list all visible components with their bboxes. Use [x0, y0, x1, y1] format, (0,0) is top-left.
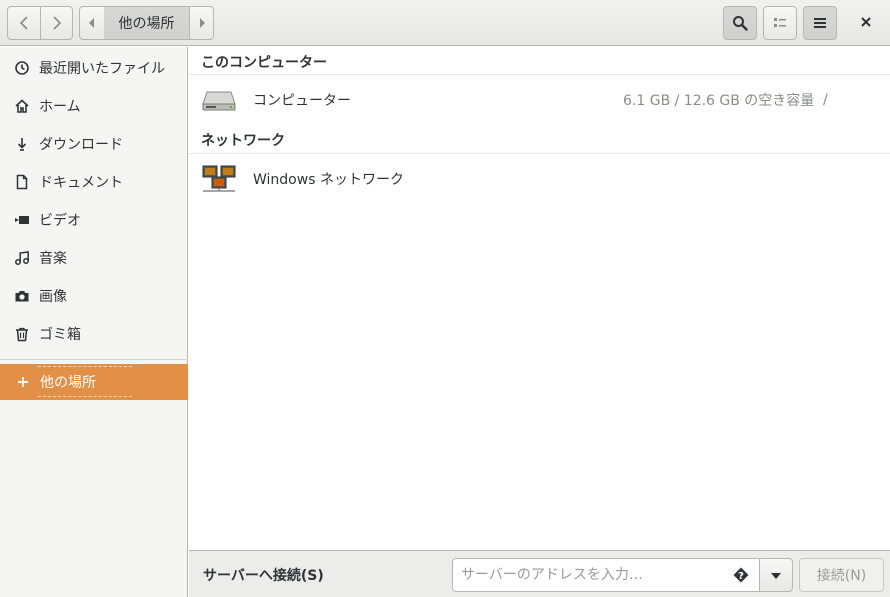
sidebar-item-label: 音楽	[39, 251, 67, 267]
path-bar-previous-button[interactable]	[79, 6, 105, 40]
sidebar-item-label: 画像	[39, 289, 67, 305]
music-icon	[14, 250, 30, 266]
connect-to-server-bar: サーバーへ接続(S) ? 接続(N)	[189, 550, 890, 597]
sidebar-separator	[0, 359, 188, 360]
mount-path: /	[823, 92, 828, 108]
sidebar-item-label: 最近開いたファイル	[39, 61, 165, 77]
help-icon[interactable]: ?	[733, 567, 749, 583]
clock-icon	[14, 60, 30, 76]
chevron-right-icon	[52, 16, 62, 30]
list-item-label: Windows ネットワーク	[253, 172, 404, 188]
header-bar: 他の場所	[0, 0, 890, 46]
search-icon	[732, 15, 748, 31]
section-title-network: ネットワーク	[201, 133, 285, 149]
dropdown-arrow-icon	[771, 567, 781, 583]
sidebar-item-music[interactable]: 音楽	[0, 240, 188, 276]
back-button[interactable]	[7, 6, 41, 40]
path-bar-label: 他の場所	[118, 16, 175, 32]
video-icon	[14, 212, 30, 228]
plus-icon	[15, 374, 31, 390]
sidebar: 最近開いたファイル ホーム ダウンロード ドキュメント ビデオ 音楽 画像 ゴミ…	[0, 47, 188, 597]
sidebar-item-label: ホーム	[39, 99, 81, 115]
sidebar-item-home[interactable]: ホーム	[0, 88, 188, 124]
svg-text:?: ?	[738, 571, 744, 582]
search-button[interactable]	[723, 6, 757, 40]
trash-icon	[14, 326, 30, 342]
network-computers-icon	[201, 161, 237, 197]
triangle-right-icon	[198, 18, 206, 28]
forward-button[interactable]	[41, 6, 73, 40]
connect-button-label: 接続(N)	[816, 568, 867, 584]
sidebar-item-other-locations[interactable]: 他の場所	[0, 364, 188, 400]
places-view: このコンピューター コンピューター 6.1 GB / 12.6 GB の空き容量…	[189, 47, 890, 550]
sidebar-item-recent[interactable]: 最近開いたファイル	[0, 50, 188, 86]
path-bar-current-button[interactable]: 他の場所	[104, 6, 190, 40]
focus-outline-top	[38, 366, 132, 367]
view-toggle-button[interactable]	[763, 6, 797, 40]
list-view-icon	[772, 15, 788, 31]
free-space-info: 6.1 GB / 12.6 GB の空き容量	[623, 93, 815, 109]
chevron-left-icon	[19, 16, 29, 30]
hamburger-menu-icon	[813, 16, 827, 30]
sidebar-item-downloads[interactable]: ダウンロード	[0, 126, 188, 162]
sidebar-item-label: ビデオ	[39, 213, 81, 229]
path-bar-next-button[interactable]	[190, 6, 214, 40]
sidebar-item-label: ゴミ箱	[39, 327, 81, 343]
server-history-dropdown-button[interactable]	[759, 558, 793, 592]
document-icon	[14, 174, 30, 190]
sidebar-item-documents[interactable]: ドキュメント	[0, 164, 188, 200]
download-icon	[14, 136, 30, 152]
camera-icon	[14, 288, 30, 304]
section-title-this-computer: このコンピューター	[201, 55, 327, 71]
list-item-label: コンピューター	[253, 93, 351, 109]
server-address-field[interactable]: ?	[452, 558, 760, 592]
window-close-button[interactable]	[847, 6, 885, 40]
menu-button[interactable]	[803, 6, 837, 40]
sidebar-item-label: ドキュメント	[39, 175, 123, 191]
close-icon	[861, 15, 871, 31]
harddisk-icon	[201, 82, 237, 118]
triangle-left-icon	[88, 18, 96, 28]
list-item-windows-network[interactable]: Windows ネットワーク	[189, 153, 890, 205]
sidebar-item-label: ダウンロード	[39, 137, 123, 153]
sidebar-item-trash[interactable]: ゴミ箱	[0, 316, 188, 352]
sidebar-item-videos[interactable]: ビデオ	[0, 202, 188, 238]
home-icon	[14, 98, 30, 114]
server-address-input[interactable]	[461, 565, 721, 585]
focus-outline-bottom	[38, 396, 132, 397]
connect-button[interactable]: 接続(N)	[799, 558, 884, 592]
connect-to-server-label: サーバーへ接続(S)	[203, 568, 324, 584]
sidebar-item-pictures[interactable]: 画像	[0, 278, 188, 314]
list-item-computer[interactable]: コンピューター 6.1 GB / 12.6 GB の空き容量 /	[189, 74, 890, 126]
sidebar-item-label: 他の場所	[40, 375, 96, 391]
